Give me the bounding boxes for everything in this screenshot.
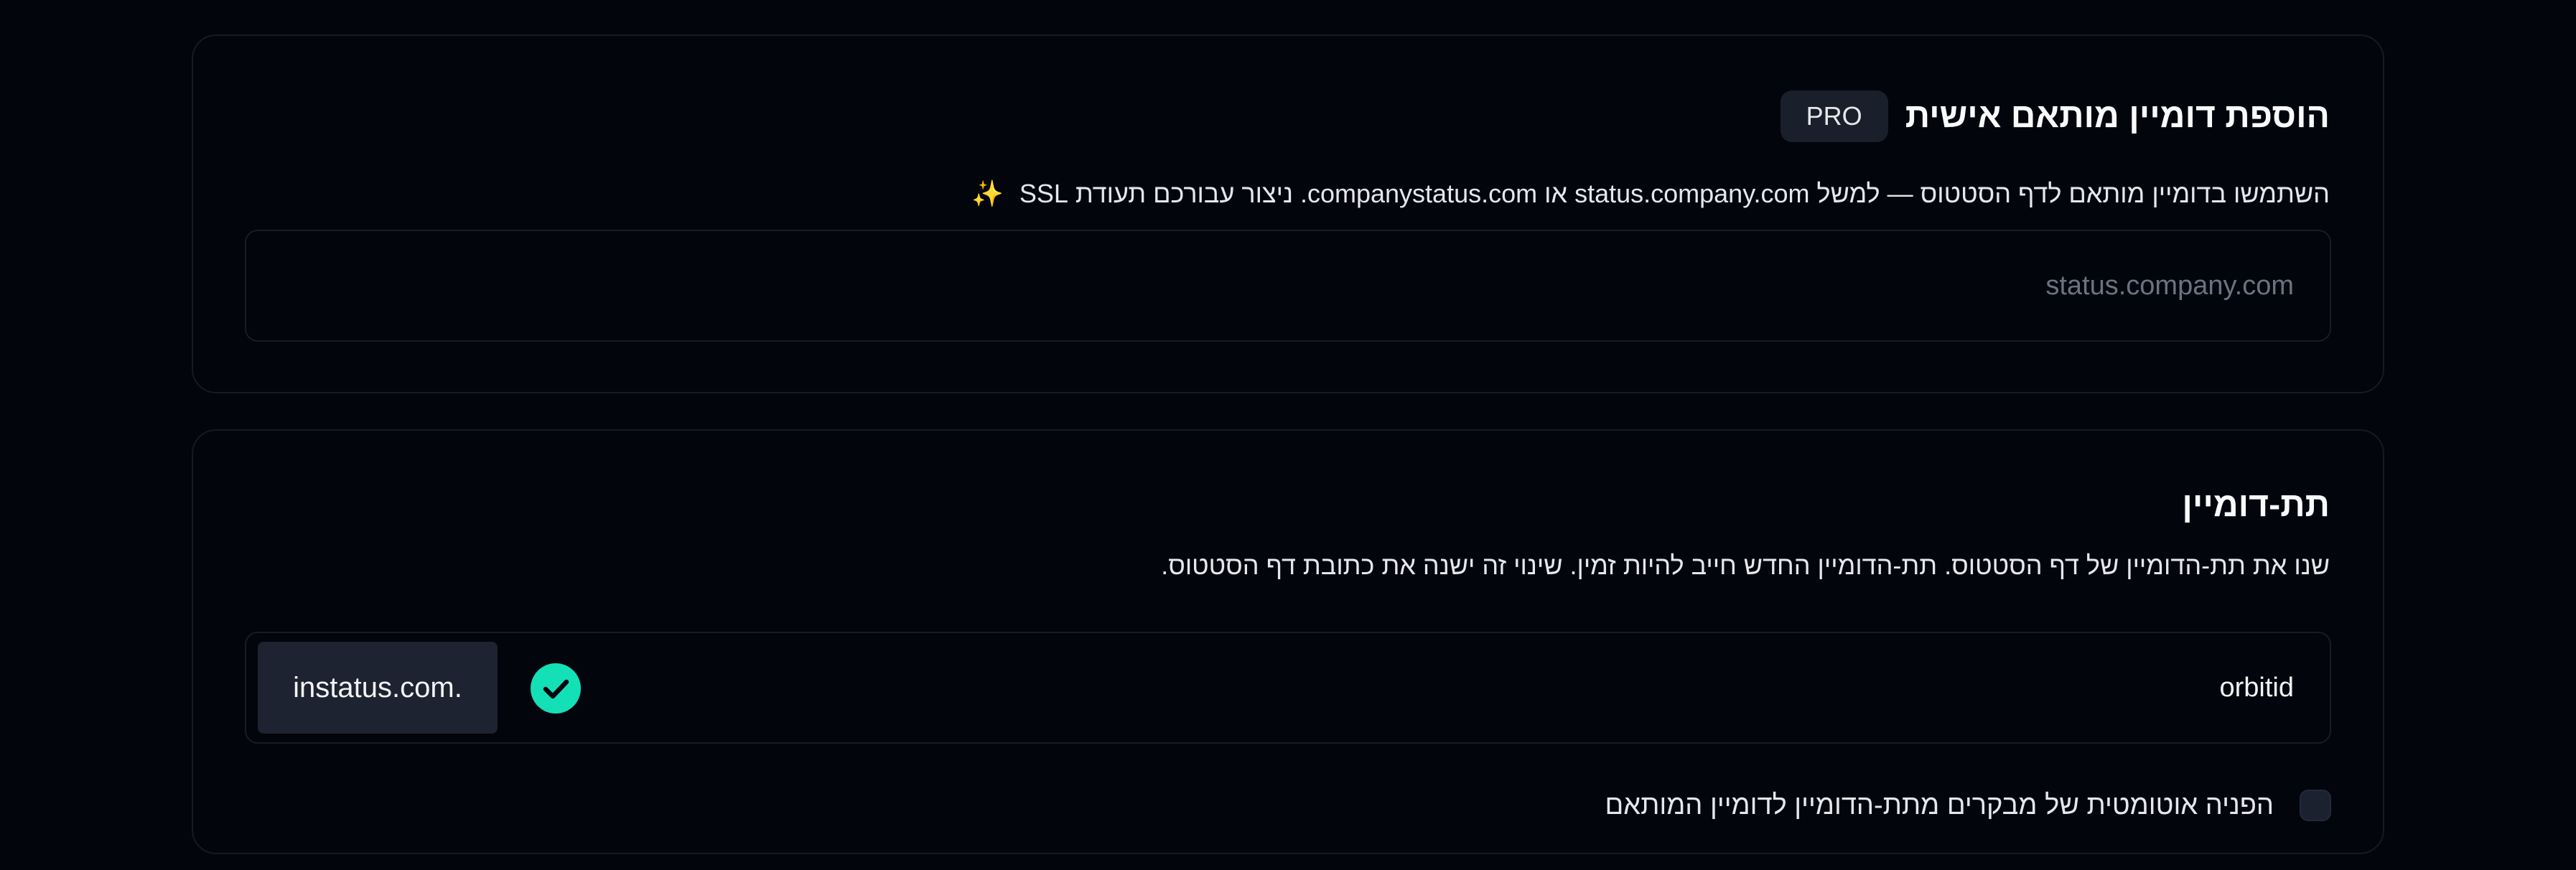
custom-domain-title: הוספת דומיין מותאם אישית bbox=[1905, 97, 2330, 135]
subdomain-description: שנו את תת-הדומיין של דף הסטטוס. תת-הדומי… bbox=[1161, 551, 2330, 580]
custom-domain-input[interactable] bbox=[246, 231, 2330, 340]
custom-domain-description: השתמשו בדומיין מותאם לדף הסטטוס — למשל s… bbox=[971, 181, 2330, 207]
custom-domain-header: הוספת דומיין מותאם אישית PRO bbox=[1780, 90, 2330, 142]
subdomain-title: תת-דומיין bbox=[2182, 486, 2330, 524]
domain-settings-page: הוספת דומיין מותאם אישית PRO השתמשו בדומ… bbox=[0, 0, 2576, 870]
domain-suffix: instatus.com. bbox=[258, 642, 498, 734]
redirect-option: הפניה אוטומטית של מבקרים מתת-הדומיין לדו… bbox=[1605, 790, 2331, 821]
redirect-checkbox[interactable] bbox=[2300, 790, 2331, 821]
subdomain-field: instatus.com. bbox=[245, 632, 2331, 744]
check-circle-icon bbox=[531, 663, 581, 714]
custom-domain-description-text: השתמשו בדומיין מותאם לדף הסטטוס — למשל s… bbox=[1019, 179, 2330, 208]
subdomain-input[interactable] bbox=[535, 633, 2330, 742]
redirect-label[interactable]: הפניה אוטומטית של מבקרים מתת-הדומיין לדו… bbox=[1605, 792, 2274, 819]
pro-badge: PRO bbox=[1780, 90, 1888, 142]
custom-domain-card: הוספת דומיין מותאם אישית PRO השתמשו בדומ… bbox=[192, 34, 2384, 393]
subdomain-header: תת-דומיין bbox=[2182, 488, 2330, 523]
sparkle-icon: ✨ bbox=[971, 179, 1004, 208]
custom-domain-field bbox=[245, 230, 2331, 342]
subdomain-card: תת-דומיין שנו את תת-הדומיין של דף הסטטוס… bbox=[192, 429, 2384, 854]
